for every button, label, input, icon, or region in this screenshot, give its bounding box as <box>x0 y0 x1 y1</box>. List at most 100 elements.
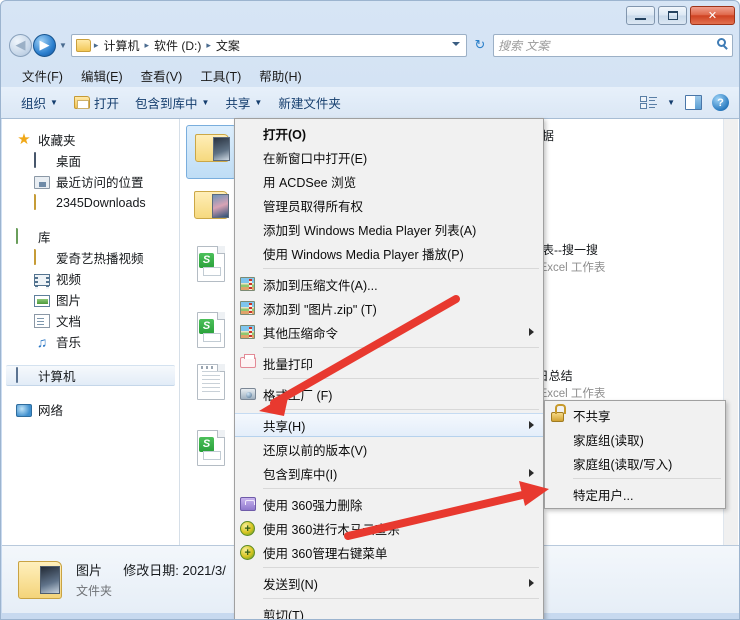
submenu-arrow-icon <box>529 579 534 587</box>
sidebar-item-2345downloads[interactable]: 2345Downloads <box>2 192 179 213</box>
video-icon <box>34 273 50 289</box>
menu-item-cut-label: 剪切(T) <box>263 608 304 620</box>
menu-tools[interactable]: 工具(T) <box>191 64 250 87</box>
menu-item-360-manage-context-menu[interactable]: 使用 360管理右键菜单 <box>235 540 543 564</box>
chevron-down-icon[interactable]: ▼ <box>667 98 675 107</box>
toolbar-include-in-library[interactable]: 包含到库中 ▼ <box>127 90 217 115</box>
menu-item-360-force-delete[interactable]: 使用 360强力删除 <box>235 492 543 516</box>
menu-file[interactable]: 文件(F) <box>13 64 72 87</box>
menu-item-send-to[interactable]: 发送到(N) <box>235 571 543 595</box>
refresh-icon: ↻ <box>474 37 486 52</box>
toolbar-share-label: 共享 <box>225 97 251 111</box>
breadcrumb-current-folder[interactable]: 文案 <box>212 36 244 55</box>
winrar-icon <box>235 272 263 296</box>
details-type: 文件夹 <box>76 584 113 598</box>
spreadsheet-icon: S <box>186 425 236 479</box>
close-button[interactable]: ✕ <box>690 6 735 25</box>
sidebar-item-recent-places[interactable]: 最近访问的位置 <box>2 171 179 192</box>
minimize-button[interactable] <box>626 6 655 25</box>
menu-item-open-new-window-label: 在新窗口中打开(E) <box>263 151 368 166</box>
menu-item-format-factory[interactable]: 格式工厂 (F) <box>235 382 543 406</box>
sidebar-group-favorites[interactable]: ★ 收藏夹 <box>2 129 179 150</box>
menu-item-include-in-library[interactable]: 包含到库中(I) <box>235 461 543 485</box>
submenu-arrow-icon <box>529 469 534 477</box>
submenu-item-homegroup-read[interactable]: 家庭组(读取) <box>545 427 725 451</box>
sidebar-item-computer[interactable]: 计算机 <box>6 365 175 386</box>
chevron-down-icon: ▼ <box>50 98 58 107</box>
toolbar-organize-label: 组织 <box>21 97 47 111</box>
sidebar-label-2345downloads: 2345Downloads <box>56 195 146 210</box>
360-icon <box>235 540 263 564</box>
address-bar[interactable]: ▸ 计算机 ▸ 软件 (D:) ▸ 文案 <box>70 33 467 57</box>
menu-item-send-to-label: 发送到(N) <box>263 577 318 592</box>
navigation-pane: ★ 收藏夹 桌面 最近访问的位置 2345Downloads 库 爱奇艺热播视频… <box>2 119 180 545</box>
menu-separator <box>263 378 539 379</box>
menu-item-add-to-wmp-list[interactable]: 添加到 Windows Media Player 列表(A) <box>235 217 543 241</box>
sidebar-item-iqiyi-videos[interactable]: 爱奇艺热播视频 <box>2 247 179 268</box>
submenu-item-homegroup-read-write[interactable]: 家庭组(读取/写入) <box>545 451 725 475</box>
menu-item-play-with-wmp[interactable]: 使用 Windows Media Player 播放(P) <box>235 241 543 265</box>
menu-item-360-trojan-scan-label: 使用 360进行木马云查杀 <box>263 522 400 537</box>
sidebar-item-documents[interactable]: 文档 <box>2 310 179 331</box>
menu-icon-none <box>235 602 263 619</box>
menu-item-take-ownership[interactable]: 管理员取得所有权 <box>235 193 543 217</box>
menu-item-batch-print[interactable]: 批量打印 <box>235 351 543 375</box>
menu-item-add-to-zip[interactable]: 添加到 "图片.zip" (T) <box>235 296 543 320</box>
menu-item-share[interactable]: 共享(H) <box>235 413 543 437</box>
menu-icon-none <box>235 437 263 461</box>
refresh-button[interactable]: ↻ <box>469 34 491 57</box>
toolbar-organize[interactable]: 组织 ▼ <box>13 90 66 115</box>
breadcrumb-drive-d[interactable]: 软件 (D:) <box>150 36 205 55</box>
toolbar-share[interactable]: 共享 ▼ <box>217 90 270 115</box>
menu-edit[interactable]: 编辑(E) <box>72 64 132 87</box>
sidebar-item-desktop[interactable]: 桌面 <box>2 150 179 171</box>
menu-item-360-force-delete-label: 使用 360强力删除 <box>263 498 363 513</box>
sidebar-group-libraries[interactable]: 库 <box>2 226 179 247</box>
menu-item-open-new-window[interactable]: 在新窗口中打开(E) <box>235 145 543 169</box>
forward-button[interactable]: ▶ <box>33 33 56 57</box>
toolbar-new-folder[interactable]: 新建文件夹 <box>270 90 349 115</box>
preview-pane-icon[interactable] <box>685 95 702 110</box>
star-icon: ★ <box>17 130 31 148</box>
toolbar-open[interactable]: 打开 <box>66 90 127 115</box>
maximize-button[interactable] <box>658 6 687 25</box>
search-box[interactable]: 搜索 文案 <box>493 33 733 57</box>
toolbar-include-label: 包含到库中 <box>134 97 198 111</box>
address-dropdown-icon[interactable] <box>452 41 460 46</box>
menu-icon-none <box>545 427 573 451</box>
recent-locations-icon[interactable]: ▼ <box>59 41 67 50</box>
menu-item-restore-previous-versions[interactable]: 还原以前的版本(V) <box>235 437 543 461</box>
picture-icon <box>34 294 50 307</box>
menu-item-add-to-archive[interactable]: 添加到压缩文件(A)... <box>235 272 543 296</box>
menu-view[interactable]: 查看(V) <box>132 64 192 87</box>
sidebar-label-desktop: 桌面 <box>56 155 82 169</box>
view-mode-icon[interactable] <box>640 95 658 110</box>
computer-icon <box>16 366 32 384</box>
help-icon[interactable]: ? <box>712 94 729 111</box>
sidebar-label-computer: 计算机 <box>38 370 76 384</box>
menu-icon-none <box>235 121 263 145</box>
menu-item-include-in-library-label: 包含到库中(I) <box>263 467 338 482</box>
sidebar-item-videos[interactable]: 视频 <box>2 268 179 289</box>
menu-help[interactable]: 帮助(H) <box>250 64 310 87</box>
sidebar-item-pictures[interactable]: 图片 <box>2 289 179 310</box>
menu-item-other-archive-commands[interactable]: 其他压缩命令 <box>235 320 543 344</box>
menu-item-open[interactable]: 打开(O) <box>235 121 543 145</box>
sidebar-label-libraries: 库 <box>38 231 51 245</box>
submenu-item-specific-people[interactable]: 特定用户... <box>545 482 725 506</box>
details-text: 图片 修改日期: 2021/3/ 文件夹 <box>76 560 226 599</box>
menu-item-360-trojan-scan[interactable]: 使用 360进行木马云查杀 <box>235 516 543 540</box>
submenu-item-nobody[interactable]: 不共享 <box>545 403 725 427</box>
menu-item-share-label: 共享(H) <box>263 419 306 434</box>
back-button[interactable]: ◀ <box>9 33 32 57</box>
menu-item-cut[interactable]: 剪切(T) <box>235 602 543 620</box>
folder-icon <box>34 193 50 211</box>
360-icon <box>235 516 263 540</box>
menu-separator <box>263 567 539 568</box>
title-bar: ✕ <box>1 1 739 29</box>
sidebar-item-network[interactable]: 网络 <box>2 399 179 420</box>
sidebar-item-music[interactable]: ♫ 音乐 <box>2 331 179 352</box>
menu-item-take-ownership-label: 管理员取得所有权 <box>263 199 364 214</box>
breadcrumb-computer[interactable]: 计算机 <box>99 36 143 55</box>
menu-item-acdsee-browse[interactable]: 用 ACDSee 浏览 <box>235 169 543 193</box>
